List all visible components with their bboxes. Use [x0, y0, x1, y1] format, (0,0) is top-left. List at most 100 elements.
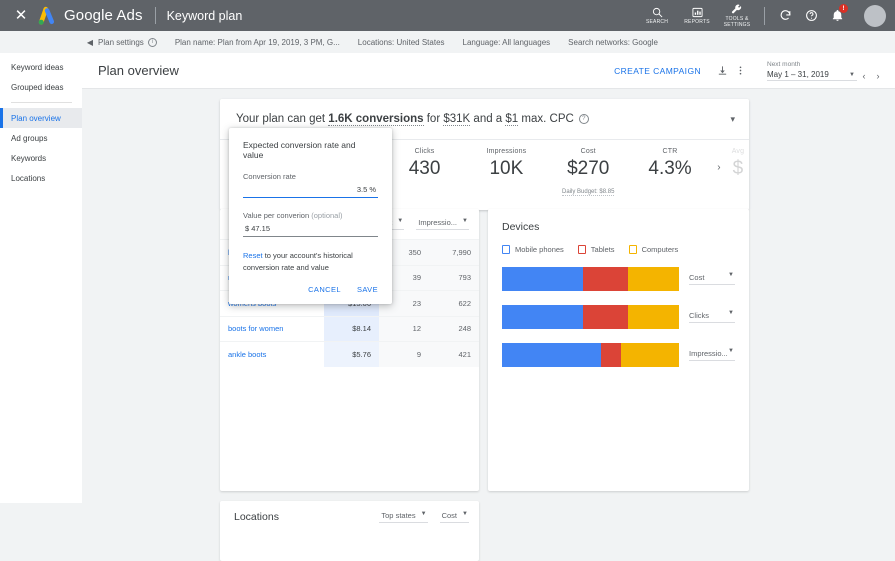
plan-settings-items: Plan settings i Plan name: Plan from Apr… — [98, 37, 676, 47]
topbar-actions: SEARCH REPORTS TOOLS & SETTINGS ! — [637, 0, 895, 31]
date-range-text: May 1 – 31, 2019 — [767, 69, 829, 79]
close-icon[interactable]: ✕ — [6, 8, 36, 23]
table-row[interactable]: ankle boots $5.76 9 421 — [220, 341, 479, 367]
bar-segment-tablets — [583, 305, 628, 329]
forecast-conversions-link[interactable]: 1.6K conversions — [328, 113, 424, 126]
more-options-icon[interactable] — [735, 65, 753, 76]
metrics-next-icon[interactable]: › — [711, 148, 727, 173]
plan-locations-item[interactable]: Locations: United States — [358, 38, 445, 47]
refresh-icon — [779, 9, 792, 22]
plan-settings-label[interactable]: Plan settings i — [98, 37, 157, 47]
help-button[interactable] — [798, 0, 824, 31]
devices-metric-label: Impressio... — [689, 349, 728, 358]
sidebar-item-keyword-ideas[interactable]: Keyword ideas — [0, 57, 82, 77]
reports-button[interactable]: REPORTS — [677, 0, 717, 31]
table-row[interactable]: boots for women $8.14 12 248 — [220, 315, 479, 342]
avatar[interactable] — [864, 4, 886, 27]
section-title: Keyword plan — [166, 8, 243, 23]
reset-link[interactable]: Reset — [243, 251, 263, 260]
legend-item-computers: Computers — [628, 245, 678, 254]
devices-bar-clicks: Clicks ▼ — [502, 305, 735, 329]
value-per-conversion-label: Value per converion (optional) — [243, 211, 378, 220]
save-button[interactable]: SAVE — [357, 285, 378, 294]
metric-value: 4.3% — [648, 158, 692, 179]
devices-metric-selector-clicks[interactable]: Clicks ▼ — [689, 310, 735, 323]
locations-filter-label: Cost — [441, 511, 457, 520]
keyword-clicks: 12 — [379, 315, 429, 342]
keyword-cost: $5.76 — [324, 341, 379, 367]
search-button[interactable]: SEARCH — [637, 0, 677, 31]
metric-daily-budget: Daily Budget: $8.85 — [562, 189, 615, 196]
sidebar-item-ad-groups[interactable]: Ad groups — [0, 128, 82, 148]
legend-label: Tablets — [590, 245, 615, 254]
devices-metric-label: Clicks — [689, 311, 709, 320]
previous-period-icon[interactable]: ‹ — [857, 71, 871, 81]
plan-name-item[interactable]: Plan name: Plan from Apr 19, 2019, 3 PM,… — [175, 38, 340, 47]
search-button-label: SEARCH — [645, 18, 669, 25]
refresh-button[interactable] — [772, 0, 798, 31]
plan-language-item[interactable]: Language: All languages — [463, 38, 551, 47]
date-range-selector[interactable]: Next month May 1 – 31, 2019 ▼ ‹ › — [767, 61, 885, 81]
devices-metric-selector-impressions[interactable]: Impressio... ▼ — [689, 348, 735, 361]
legend-label: Mobile phones — [515, 245, 564, 254]
keyword-name[interactable]: ankle boots — [220, 341, 324, 367]
conversion-rate-dialog: Expected conversion rate and value Conve… — [229, 128, 392, 304]
devices-metric-selector-cost[interactable]: Cost ▼ — [689, 272, 735, 285]
locations-card-title: Locations — [234, 511, 279, 523]
legend-item-tablets: Tablets — [577, 245, 615, 254]
locations-filter-top-states[interactable]: Top states ▼ — [379, 511, 428, 523]
metric-ctr: CTR 4.3% — [629, 148, 711, 180]
keyword-impressions: 622 — [429, 290, 479, 316]
keywords-filter-impressions-label: Impressio... — [418, 218, 457, 227]
keyword-name[interactable]: boots for women — [220, 315, 324, 342]
chevron-down-icon: ▼ — [728, 272, 734, 278]
help-icon[interactable]: ? — [578, 114, 589, 124]
sidebar-item-grouped-ideas[interactable]: Grouped ideas — [0, 77, 82, 97]
keyword-cost: $8.14 — [324, 315, 379, 342]
sidebar-item-locations[interactable]: Locations — [0, 168, 82, 188]
chevron-down-icon: ▼ — [849, 71, 855, 78]
notification-badge: ! — [839, 4, 848, 13]
next-period-icon[interactable]: › — [871, 71, 885, 81]
devices-bar-cost: Cost ▼ — [502, 267, 735, 291]
search-icon — [652, 6, 663, 19]
google-ads-keyword-plan-app: ✕ Google Ads Keyword plan SEARCH REPORTS… — [0, 0, 895, 561]
notifications-button[interactable]: ! — [824, 0, 850, 31]
metric-label: Impressions — [486, 148, 527, 155]
page-title: Plan overview — [98, 63, 179, 78]
value-per-conversion-input[interactable]: $ 47.15 — [243, 222, 378, 237]
plan-networks-item[interactable]: Search networks: Google — [568, 38, 658, 47]
chevron-down-icon: ▼ — [462, 218, 468, 224]
plan-settings-text: Plan settings — [98, 37, 144, 47]
tools-settings-button[interactable]: TOOLS & SETTINGS — [717, 0, 757, 31]
locations-filter-label: Top states — [381, 511, 416, 520]
keywords-filter-impressions[interactable]: Impressio... ▼ — [416, 218, 469, 230]
devices-legend: Mobile phones Tablets Computers — [502, 245, 735, 254]
forecast-cost-link[interactable]: $31K — [443, 113, 471, 126]
collapse-panel-icon[interactable]: ◀ — [82, 38, 98, 47]
page-toolbar: Plan overview CREATE CAMPAIGN Next month… — [82, 53, 895, 89]
forecast-cpc-link[interactable]: $1 — [505, 113, 519, 126]
info-icon[interactable]: i — [147, 37, 157, 47]
download-icon[interactable] — [717, 65, 735, 76]
devices-bar-impressions: Impressio... ▼ — [502, 343, 735, 367]
keyword-clicks: 9 — [379, 341, 429, 367]
chevron-down-icon: ▼ — [397, 218, 404, 224]
keyword-impressions: 7,990 — [429, 239, 479, 265]
cancel-button[interactable]: CANCEL — [308, 285, 341, 294]
metric-value: $270 — [567, 158, 610, 179]
create-campaign-button[interactable]: CREATE CAMPAIGN — [614, 66, 701, 76]
sidebar-item-keywords[interactable]: Keywords — [0, 148, 82, 168]
forecast-and: and a — [473, 113, 503, 125]
sidebar-item-plan-overview[interactable]: Plan overview — [0, 108, 82, 128]
date-range-value[interactable]: May 1 – 31, 2019 ▼ — [767, 69, 857, 81]
sidebar: Keyword ideas Grouped ideas Plan overvie… — [0, 53, 82, 503]
sidebar-divider — [11, 102, 72, 103]
bar-segment-tablets — [583, 267, 628, 291]
metric-value: $ — [732, 158, 744, 179]
locations-filter-cost[interactable]: Cost ▼ — [439, 511, 469, 523]
bar-segment-tablets — [601, 343, 621, 367]
conversion-rate-input[interactable]: 3.5 % — [243, 183, 378, 198]
reports-icon — [691, 6, 703, 19]
expand-chevron-icon[interactable]: ▾ — [730, 114, 735, 125]
